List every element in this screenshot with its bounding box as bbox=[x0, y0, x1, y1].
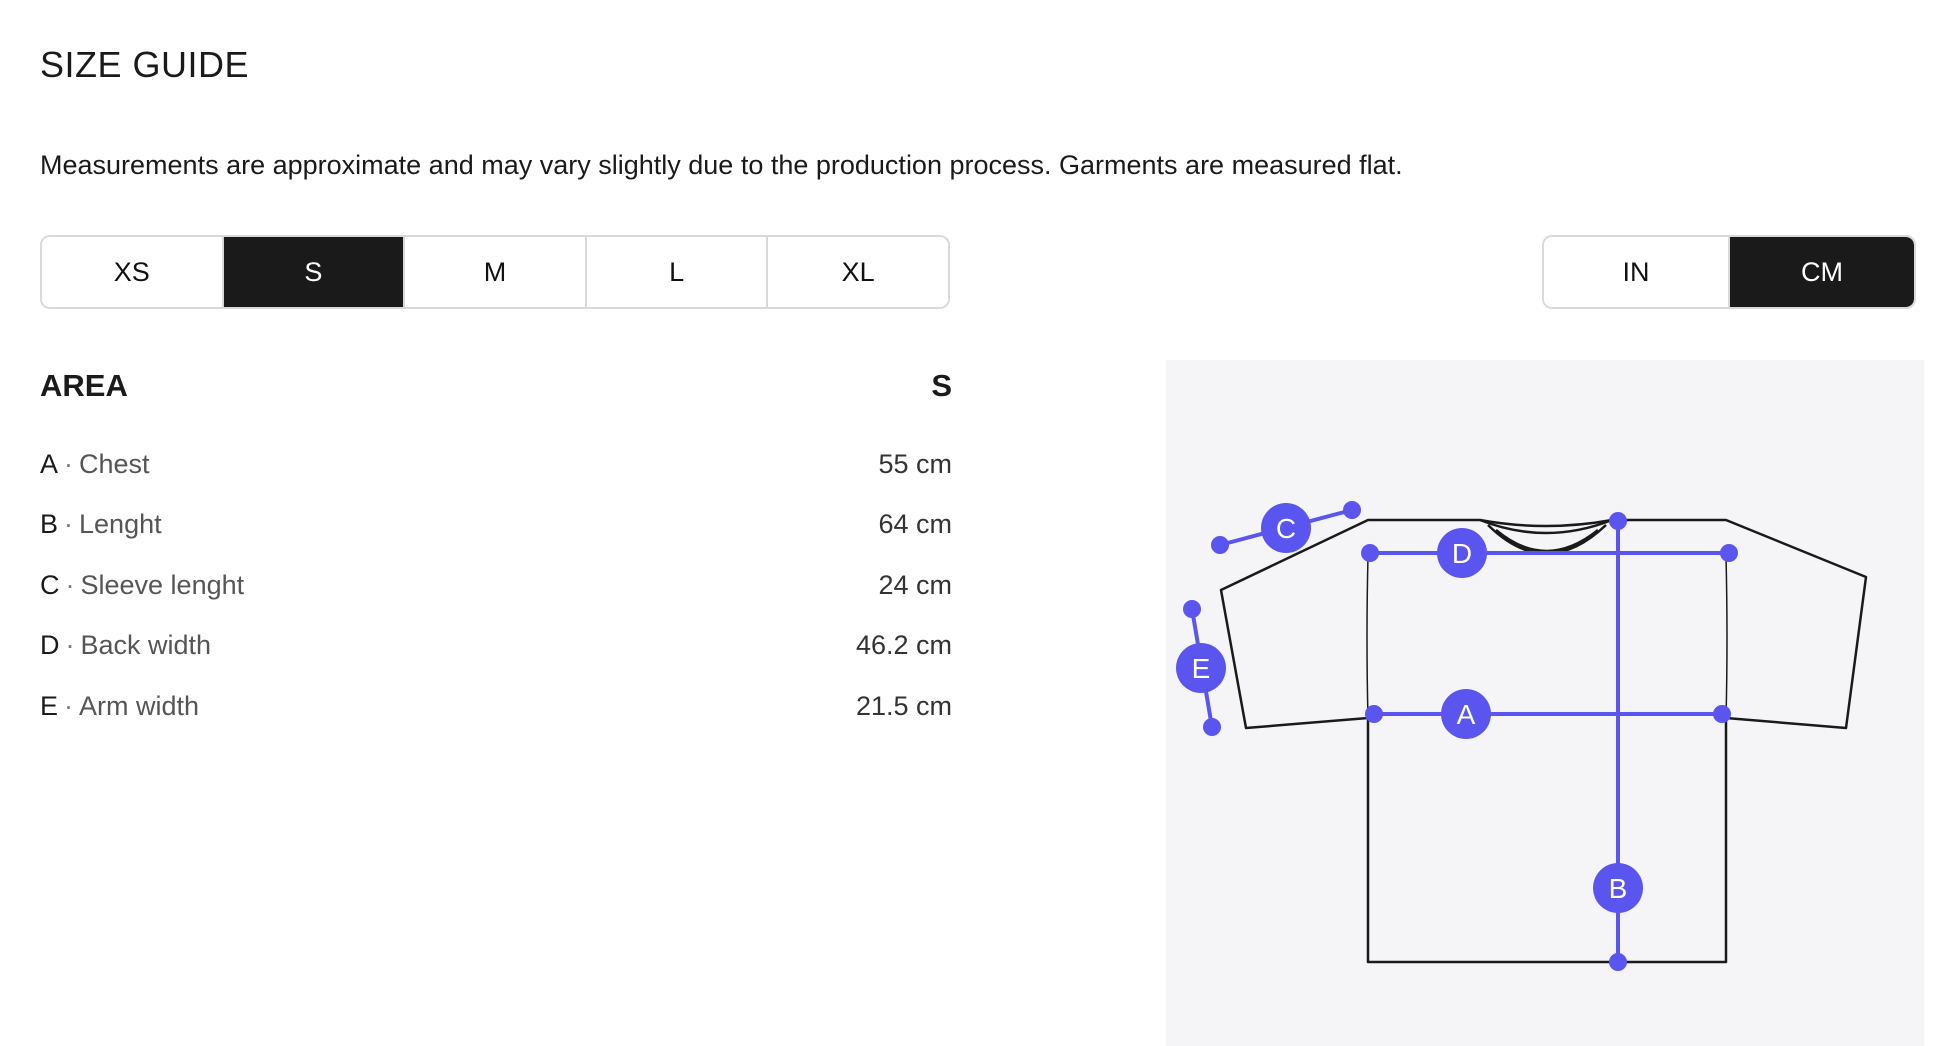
tshirt-diagram: A B C D E bbox=[1166, 360, 1924, 1046]
table-row: D · Back width 46.2 cm bbox=[40, 616, 952, 677]
size-tab-xl[interactable]: XL bbox=[768, 237, 948, 307]
marker-b: B bbox=[1593, 863, 1643, 913]
row-letter: A bbox=[40, 448, 59, 479]
dot-d-right bbox=[1720, 544, 1738, 562]
table-row: C · Sleeve lenght 24 cm bbox=[40, 555, 952, 616]
row-separator: · bbox=[64, 509, 74, 540]
marker-d-label: D bbox=[1452, 538, 1472, 569]
row-letter: D bbox=[40, 630, 60, 661]
row-value: 46.2 cm bbox=[855, 630, 952, 661]
dot-e-bottom bbox=[1203, 718, 1221, 736]
row-value: 64 cm bbox=[878, 509, 952, 540]
dot-a-right bbox=[1713, 705, 1731, 723]
dot-b-bottom bbox=[1609, 953, 1627, 971]
row-area: Arm width bbox=[79, 690, 200, 721]
dot-e-top bbox=[1183, 600, 1201, 618]
row-separator: · bbox=[64, 448, 74, 479]
dot-c-left bbox=[1211, 536, 1229, 554]
marker-a-label: A bbox=[1457, 699, 1476, 730]
row-letter: C bbox=[40, 569, 60, 600]
page-title: SIZE GUIDE bbox=[40, 44, 250, 85]
row-separator: · bbox=[64, 690, 74, 721]
dot-b-top bbox=[1609, 512, 1627, 530]
table-row: B · Lenght 64 cm bbox=[40, 495, 952, 556]
row-value: 21.5 cm bbox=[855, 690, 952, 721]
size-selector: XS S M L XL bbox=[40, 235, 950, 309]
row-separator: · bbox=[65, 630, 75, 661]
table-row: E · Arm width 21.5 cm bbox=[40, 676, 952, 737]
row-area: Sleeve lenght bbox=[80, 569, 245, 600]
row-area: Back width bbox=[80, 630, 212, 661]
dot-a-left bbox=[1365, 705, 1383, 723]
area-column-header: AREA bbox=[40, 368, 128, 403]
row-letter: B bbox=[40, 509, 59, 540]
size-tab-s[interactable]: S bbox=[223, 237, 406, 307]
row-area: Lenght bbox=[79, 509, 162, 540]
size-guide-page: SIZE GUIDE Measurements are approximate … bbox=[0, 0, 1938, 1046]
table-row: A · Chest 55 cm bbox=[40, 434, 952, 495]
marker-e: E bbox=[1176, 643, 1226, 693]
marker-c-label: C bbox=[1276, 513, 1296, 544]
marker-a: A bbox=[1441, 689, 1491, 739]
row-area: Chest bbox=[79, 448, 150, 479]
row-separator: · bbox=[65, 569, 75, 600]
measurement-table: AREA S A · Chest 55 cm B · Lenght 64 cm C · Sl… bbox=[40, 360, 952, 737]
dot-c-right bbox=[1343, 501, 1361, 519]
unit-selector: IN CM bbox=[1542, 235, 1916, 309]
marker-c: C bbox=[1261, 503, 1311, 553]
dot-d-left bbox=[1361, 544, 1379, 562]
intro-text: Measurements are approximate and may var… bbox=[40, 150, 1403, 180]
row-letter: E bbox=[40, 690, 59, 721]
unit-tab-cm[interactable]: CM bbox=[1730, 237, 1914, 307]
marker-e-label: E bbox=[1192, 653, 1211, 684]
size-column-header: S bbox=[931, 368, 952, 403]
tshirt-diagram-svg: A B C D E bbox=[1176, 501, 1868, 971]
unit-tab-in[interactable]: IN bbox=[1544, 237, 1730, 307]
table-header: AREA S bbox=[40, 360, 952, 412]
size-tab-l[interactable]: L bbox=[586, 237, 769, 307]
tshirt-outline bbox=[1219, 518, 1868, 964]
marker-d: D bbox=[1437, 528, 1487, 578]
row-value: 24 cm bbox=[878, 569, 952, 600]
size-tab-xs[interactable]: XS bbox=[42, 237, 224, 307]
marker-b-label: B bbox=[1609, 873, 1628, 904]
size-tab-m[interactable]: M bbox=[405, 237, 587, 307]
row-value: 55 cm bbox=[878, 448, 952, 479]
